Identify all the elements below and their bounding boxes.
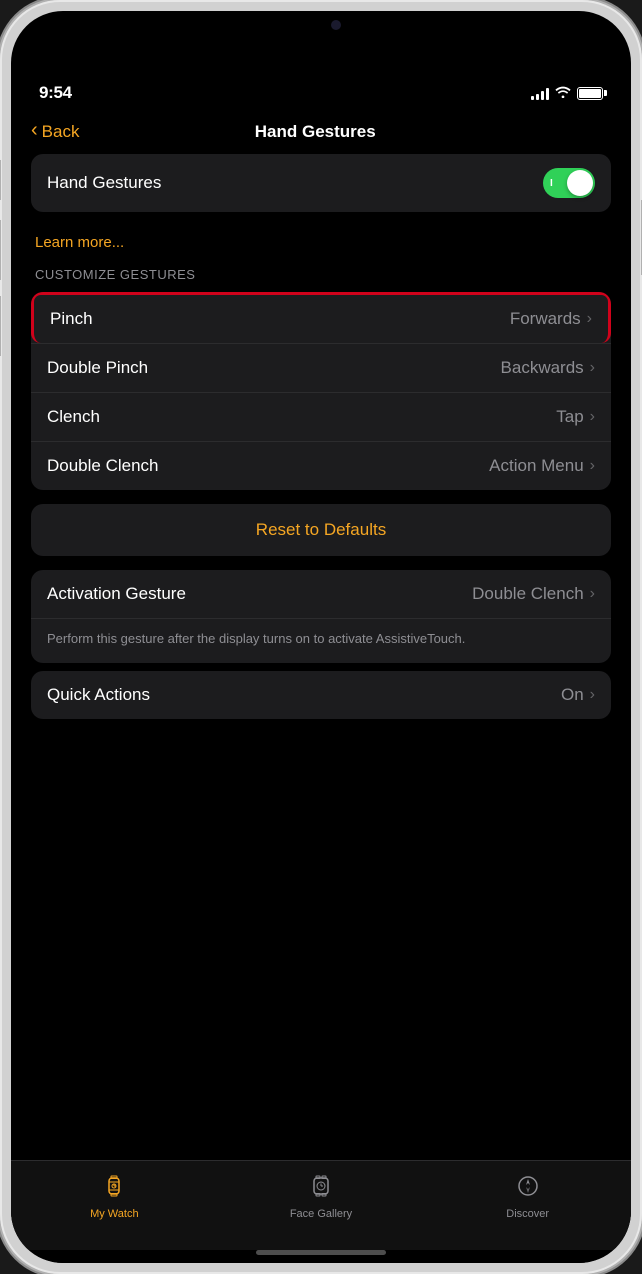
quick-actions-row[interactable]: Quick Actions On › [31, 671, 611, 719]
reset-card[interactable]: Reset to Defaults [31, 504, 611, 556]
my-watch-icon [100, 1172, 128, 1204]
volume-up-button [0, 220, 1, 280]
hand-gestures-label: Hand Gestures [47, 173, 161, 193]
scroll-area: Hand Gestures I Learn more... CUSTOMIZE … [11, 154, 631, 1160]
activation-gesture-row[interactable]: Activation Gesture Double Clench › [31, 570, 611, 619]
toggle-thumb [567, 170, 593, 196]
face-gallery-label: Face Gallery [290, 1208, 352, 1220]
status-time: 9:54 [39, 83, 72, 103]
quick-actions-value: On › [561, 685, 595, 705]
notch-area [11, 11, 631, 61]
pinch-label: Pinch [50, 309, 93, 329]
my-watch-label: My Watch [90, 1208, 139, 1220]
quick-actions-value-text: On [561, 685, 584, 705]
activation-gesture-chevron-icon: › [590, 585, 595, 603]
back-chevron-icon: ‹ [31, 119, 38, 142]
learn-more-link[interactable]: Learn more... [31, 226, 611, 263]
pinch-row[interactable]: Pinch Forwards › [31, 292, 611, 343]
bottom-spacer [31, 733, 611, 753]
camera-dot [331, 20, 341, 30]
double-clench-value-text: Action Menu [489, 456, 584, 476]
clench-label: Clench [47, 407, 100, 427]
tab-discover[interactable]: Discover [424, 1172, 631, 1220]
clench-value: Tap › [556, 407, 595, 427]
clench-value-text: Tap [556, 407, 583, 427]
phone-screen: 9:54 [11, 11, 631, 1263]
activation-gesture-card: Activation Gesture Double Clench › Perfo… [31, 570, 611, 663]
pinch-value: Forwards › [510, 309, 592, 329]
activation-gesture-value: Double Clench › [472, 584, 595, 604]
activation-gesture-value-text: Double Clench [472, 584, 584, 604]
customize-section-header: CUSTOMIZE GESTURES [31, 263, 611, 292]
double-pinch-row[interactable]: Double Pinch Backwards › [31, 344, 611, 393]
wifi-icon [555, 85, 571, 101]
double-clench-value: Action Menu › [489, 456, 595, 476]
silent-switch [0, 160, 1, 200]
clench-chevron-icon: › [590, 408, 595, 426]
customize-gestures-card: Pinch Forwards › Double Pinch Backwards … [31, 292, 611, 490]
hand-gestures-toggle[interactable]: I [543, 168, 595, 198]
double-pinch-label: Double Pinch [47, 358, 148, 378]
screen-content: ‹ Back Hand Gestures Hand Gestures I [11, 113, 631, 1263]
discover-label: Discover [506, 1208, 549, 1220]
quick-actions-card: Quick Actions On › [31, 671, 611, 719]
clench-row[interactable]: Clench Tap › [31, 393, 611, 442]
double-pinch-value: Backwards › [501, 358, 595, 378]
back-label: Back [42, 122, 80, 142]
nav-bar: ‹ Back Hand Gestures [11, 113, 631, 154]
status-icons [531, 85, 603, 101]
battery-icon [577, 87, 603, 100]
face-gallery-icon [307, 1172, 335, 1204]
tab-my-watch[interactable]: My Watch [11, 1172, 218, 1220]
double-clench-label: Double Clench [47, 456, 159, 476]
double-clench-chevron-icon: › [590, 457, 595, 475]
tab-face-gallery[interactable]: Face Gallery [218, 1172, 425, 1220]
signal-icon [531, 86, 549, 100]
page-title: Hand Gestures [79, 122, 551, 142]
phone-shell: 9:54 [0, 0, 642, 1274]
tab-bar: My Watch [11, 1160, 631, 1250]
volume-down-button [0, 296, 1, 356]
toggle-on-label: I [550, 178, 553, 189]
activation-gesture-description: Perform this gesture after the display t… [31, 619, 611, 663]
double-pinch-chevron-icon: › [590, 359, 595, 377]
discover-icon [514, 1172, 542, 1204]
quick-actions-label: Quick Actions [47, 685, 150, 705]
double-pinch-value-text: Backwards [501, 358, 584, 378]
hand-gestures-card: Hand Gestures I [31, 154, 611, 212]
back-button[interactable]: ‹ Back [31, 121, 79, 142]
pinch-chevron-icon: › [587, 310, 592, 328]
notch [256, 11, 386, 39]
pinch-value-text: Forwards [510, 309, 581, 329]
status-bar: 9:54 [11, 61, 631, 113]
reset-label: Reset to Defaults [256, 520, 386, 540]
activation-gesture-label: Activation Gesture [47, 584, 186, 604]
hand-gestures-row: Hand Gestures I [31, 154, 611, 212]
quick-actions-chevron-icon: › [590, 686, 595, 704]
home-indicator [256, 1250, 386, 1255]
double-clench-row[interactable]: Double Clench Action Menu › [31, 442, 611, 490]
